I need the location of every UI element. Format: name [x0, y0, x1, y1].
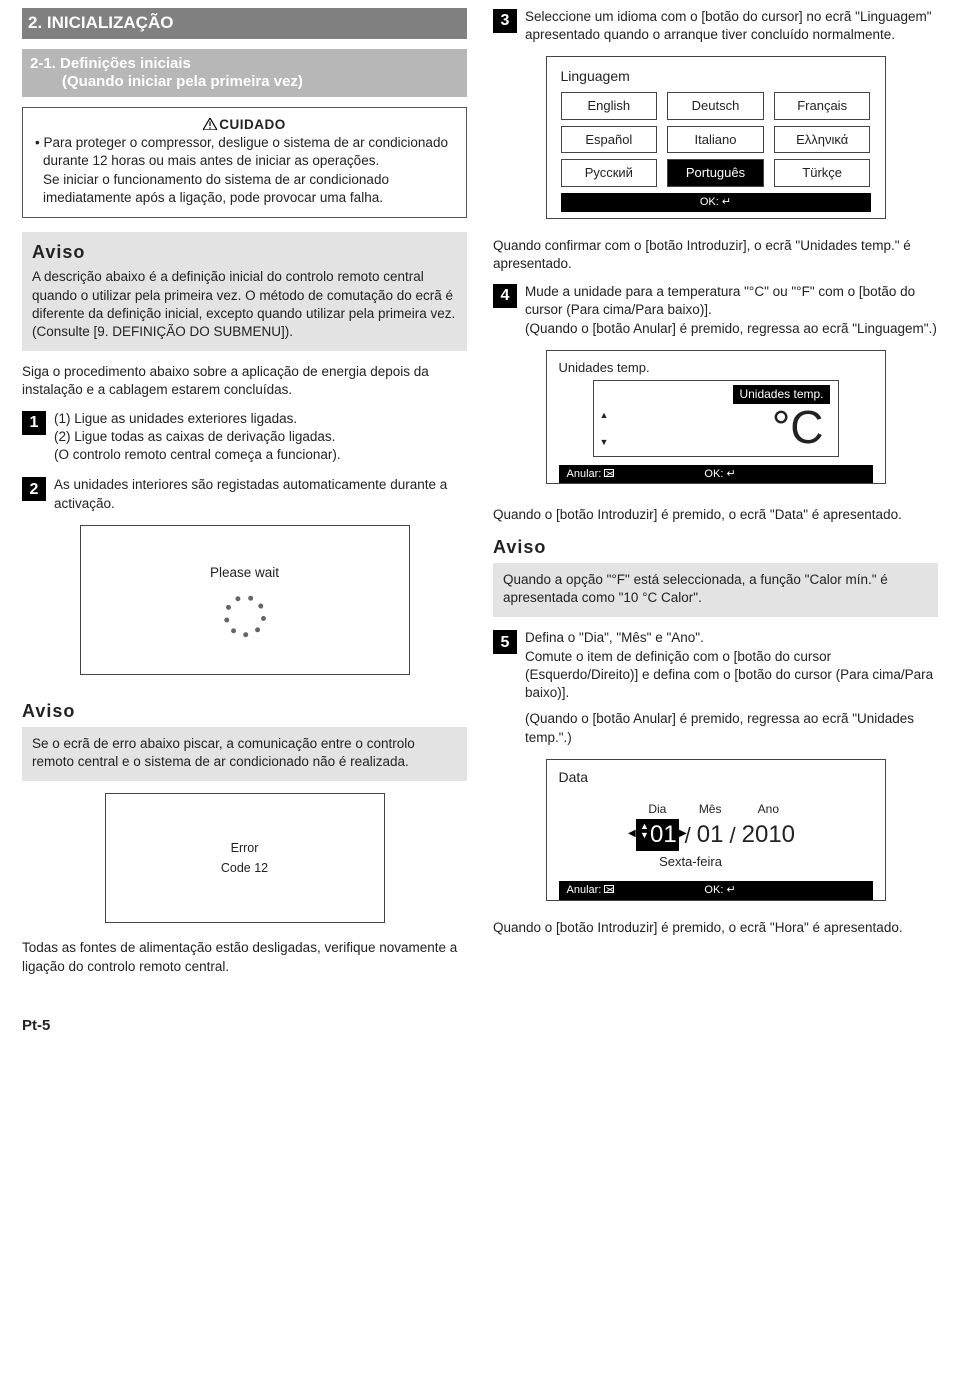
lang-option-deutsch[interactable]: Deutsch: [667, 92, 764, 120]
date-year-field[interactable]: Ano 2010: [742, 801, 795, 852]
section-title: 2. INICIALIZAÇÃO: [22, 8, 467, 39]
screen-title: Unidades temp.: [559, 359, 873, 377]
subtitle-line1: 2-1. Definições iniciais: [30, 55, 191, 72]
weekday-label: Sexta-feira: [509, 853, 873, 871]
lang-option-english[interactable]: English: [561, 92, 658, 120]
intro-paragraph: Siga o procedimento abaixo sobre a aplic…: [22, 363, 467, 399]
lang-option-francais[interactable]: Français: [774, 92, 871, 120]
notice-body: Se o ecrã de erro abaixo piscar, a comun…: [32, 735, 457, 771]
page-number: Pt-5: [22, 1016, 938, 1036]
step4-line1: Mude a unidade para a temperatura "°C" o…: [525, 283, 938, 319]
notice-box-1: Aviso A descrição abaixo é a definição i…: [22, 232, 467, 351]
caution-heading: CUIDADO: [33, 116, 456, 134]
screen-error: Error Code 12: [105, 793, 385, 923]
step-number-badge: 1: [22, 411, 46, 435]
after-lang-text: Quando confirmar com o [botão Introduzir…: [493, 237, 938, 273]
screen-footer: OK:: [561, 193, 871, 212]
screen-temp-units: Unidades temp. Unidades temp. ▲ ▼ °C Anu…: [546, 350, 886, 485]
date-separator: /: [730, 821, 736, 852]
lang-option-italiano[interactable]: Italiano: [667, 126, 764, 154]
arrow-down-icon: ▼: [600, 436, 609, 448]
lang-option-portugues-selected[interactable]: Português: [667, 159, 764, 187]
please-wait-text: Please wait: [210, 564, 279, 582]
notice-body: Quando a opção "°F" está seleccionada, a…: [503, 571, 928, 607]
after-temp-text: Quando o [botão Introduzir] é premido, o…: [493, 506, 938, 524]
after-date-text: Quando o [botão Introduzir] é premido, o…: [493, 919, 938, 937]
lang-option-turkce[interactable]: Türkçe: [774, 159, 871, 187]
step-3: 3 Seleccione um idioma com o [botão do c…: [493, 8, 938, 44]
year-value: 2010: [742, 819, 795, 851]
day-label: Dia: [636, 801, 679, 817]
date-month-field[interactable]: Mês 01: [697, 801, 724, 852]
day-value: 01: [650, 821, 677, 848]
arrow-right-icon: ▶: [679, 827, 687, 841]
arrow-up-icon: ▲: [600, 409, 609, 421]
temp-unit-value: °C: [602, 404, 830, 450]
error-line2: Code 12: [221, 860, 268, 877]
warning-triangle-icon: [203, 118, 217, 130]
caution-label: CUIDADO: [219, 117, 286, 132]
step2-body: As unidades interiores são registadas au…: [54, 476, 467, 512]
lang-option-greek[interactable]: Ελληνικά: [774, 126, 871, 154]
notice-heading: Aviso: [32, 240, 457, 264]
screen-title: Linguagem: [561, 67, 871, 86]
ok-label: OK:: [700, 195, 731, 210]
step-number-badge: 4: [493, 284, 517, 308]
step-5: 5 Defina o "Dia", "Mês" e "Ano". Comute …: [493, 629, 938, 746]
screen-language: Linguagem English Deutsch Français Españ…: [546, 56, 886, 218]
step-4: 4 Mude a unidade para a temperatura "°C"…: [493, 283, 938, 338]
cancel-label: Anular:: [567, 883, 615, 898]
caution-text-2: Se iniciar o funcionamento do sistema de…: [33, 171, 456, 207]
error-line1: Error: [231, 840, 259, 857]
step-number-badge: 2: [22, 477, 46, 501]
spinner-icon: [225, 596, 265, 636]
enter-icon: [726, 884, 735, 896]
cancel-icon: [604, 885, 614, 893]
caution-text-1: • Para proteger o compressor, desligue o…: [33, 134, 456, 170]
screen-title: Data: [559, 768, 873, 787]
screen-footer: Anular: OK:: [559, 881, 873, 900]
date-day-field[interactable]: Dia ◀▶▲▼ 01: [636, 801, 679, 852]
step-2: 2 As unidades interiores são registadas …: [22, 476, 467, 512]
step4-line2: (Quando o [botão Anular] é premido, regr…: [525, 320, 938, 338]
step1-line1: (1) Ligue as unidades exteriores ligadas…: [54, 410, 467, 428]
enter-icon: [726, 468, 735, 480]
arrow-updown-icon: ▲▼: [640, 822, 649, 840]
cancel-label: Anular:: [567, 467, 615, 482]
subsection-title: 2-1. Definições iniciais (Quando iniciar…: [22, 49, 467, 97]
cancel-icon: [604, 469, 614, 477]
after-error-text: Todas as fontes de alimentação estão des…: [22, 939, 467, 975]
arrow-left-icon: ◀: [628, 827, 636, 841]
notice-heading: Aviso: [493, 535, 938, 559]
step5-line1: Defina o "Dia", "Mês" e "Ano".: [525, 629, 938, 647]
step-1: 1 (1) Ligue as unidades exteriores ligad…: [22, 410, 467, 465]
caution-box: CUIDADO • Para proteger o compressor, de…: [22, 107, 467, 218]
year-label: Ano: [742, 801, 795, 817]
notice-box-2: Se o ecrã de erro abaixo piscar, a comun…: [22, 727, 467, 781]
enter-icon: [722, 196, 731, 208]
step5-line3: (Quando o [botão Anular] é premido, regr…: [525, 710, 938, 746]
lang-option-russian[interactable]: Русский: [561, 159, 658, 187]
step-number-badge: 5: [493, 630, 517, 654]
month-value: 01: [697, 819, 724, 851]
step-number-badge: 3: [493, 9, 517, 33]
step1-line3: (O controlo remoto central começa a func…: [54, 446, 467, 464]
ok-label: OK:: [704, 883, 735, 898]
month-label: Mês: [697, 801, 724, 817]
notice-heading: Aviso: [22, 699, 467, 723]
step3-body: Seleccione um idioma com o [botão do cur…: [525, 8, 938, 44]
notice-body: A descrição abaixo é a definição inicial…: [32, 268, 457, 341]
ok-label: OK:: [704, 467, 735, 482]
lang-option-espanol[interactable]: Español: [561, 126, 658, 154]
step5-line2: Comute o item de definição com o [botão …: [525, 648, 938, 703]
step1-line2: (2) Ligue todas as caixas de derivação l…: [54, 428, 467, 446]
screen-date: Data Dia ◀▶▲▼ 01 / Mês 01 / Ano 2010: [546, 759, 886, 901]
notice-box-3: Quando a opção "°F" está seleccionada, a…: [493, 563, 938, 617]
screen-footer: Anular: OK:: [559, 465, 873, 484]
screen-please-wait: Please wait: [80, 525, 410, 675]
subtitle-line2: (Quando iniciar pela primeira vez): [30, 73, 459, 91]
